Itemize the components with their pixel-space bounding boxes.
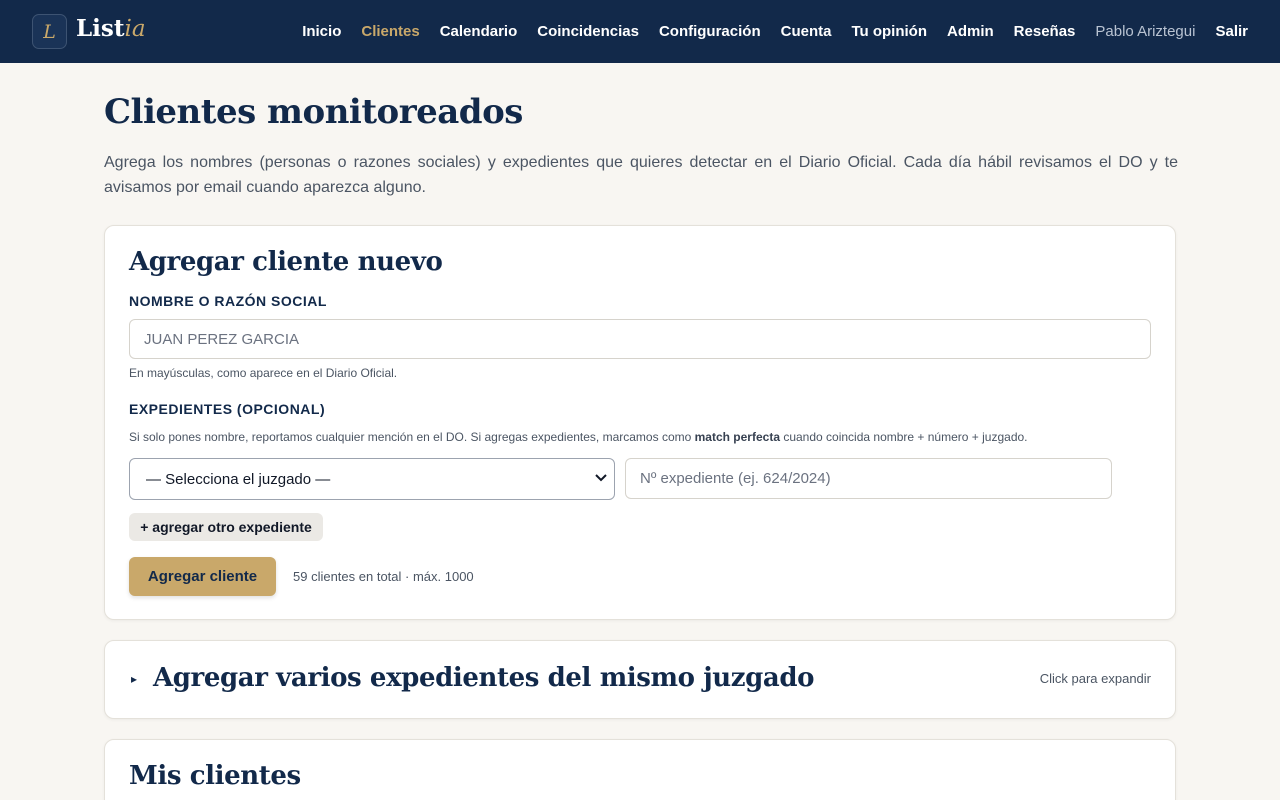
name-input[interactable]: JUAN PEREZ GARCIA (129, 319, 1151, 359)
name-input-placeholder: JUAN PEREZ GARCIA (144, 330, 300, 348)
add-client-title: Agregar cliente nuevo (129, 247, 443, 277)
expediente-input-placeholder: Nº expediente (ej. 624/2024) (640, 470, 831, 487)
nav-link-inicio[interactable]: Inicio (302, 23, 341, 40)
user-name: Pablo Ariztegui (1095, 23, 1196, 40)
add-client-card: Agregar cliente nuevo NOMBRE O RAZÓN SOC… (104, 225, 1176, 620)
nav-link-resenas[interactable]: Reseñas (1014, 23, 1076, 40)
logo-wordmark[interactable]: Listia (76, 15, 146, 42)
add-expediente-button[interactable]: + agregar otro expediente (129, 513, 323, 541)
nav-link-configuracion[interactable]: Configuración (659, 23, 761, 40)
logo-main: List (76, 15, 125, 42)
page-title: Clientes monitoreados (104, 92, 523, 132)
logo-icon[interactable]: L (32, 14, 67, 49)
expedientes-hint: Si solo pones nombre, reportamos cualqui… (129, 430, 1028, 444)
nav-link-admin[interactable]: Admin (947, 23, 994, 40)
logo-mark: L (43, 20, 56, 43)
clients-list-card: Mis clientes (104, 739, 1176, 800)
expedientes-hint-end: cuando coincida nombre + número + juzgad… (780, 430, 1028, 444)
nav-links: Inicio Clientes Calendario Coincidencias… (282, 0, 1248, 63)
court-select-value: — Selecciona el juzgado — (146, 470, 331, 488)
expedientes-hint-start: Si solo pones nombre, reportamos cualqui… (129, 430, 695, 444)
nav-link-cuenta[interactable]: Cuenta (781, 23, 832, 40)
logout-link[interactable]: Salir (1215, 23, 1248, 40)
bulk-add-title: Agregar varios expedientes del mismo juz… (153, 663, 815, 693)
logo-accent: ia (124, 16, 146, 42)
clients-list-title: Mis clientes (129, 761, 301, 791)
nav-link-calendario[interactable]: Calendario (440, 23, 518, 40)
chevron-down-icon (594, 471, 608, 485)
bulk-add-expander[interactable]: ▸ Agregar varios expedientes del mismo j… (104, 640, 1176, 719)
name-field-label: NOMBRE O RAZÓN SOCIAL (129, 293, 327, 309)
nav-link-clientes[interactable]: Clientes (361, 23, 419, 40)
expand-hint: Click para expandir (1039, 671, 1151, 686)
nav-link-tu-opinion[interactable]: Tu opinión (851, 23, 927, 40)
nav-link-coincidencias[interactable]: Coincidencias (537, 23, 639, 40)
expediente-number-input[interactable]: Nº expediente (ej. 624/2024) (625, 458, 1112, 499)
top-nav: L Listia Inicio Clientes Calendario Coin… (0, 0, 1280, 63)
page-description: Agrega los nombres (personas o razones s… (104, 154, 1178, 196)
match-perfecta-text: match perfecta (694, 430, 780, 444)
add-client-button[interactable]: Agregar cliente (129, 557, 276, 596)
expand-arrow-icon: ▸ (131, 672, 138, 686)
client-count-text: 59 clientes en total · máx. 1000 (293, 569, 474, 584)
expedientes-label: EXPEDIENTES (OPCIONAL) (129, 401, 326, 417)
court-select[interactable]: — Selecciona el juzgado — (129, 458, 615, 500)
name-hint: En mayúsculas, como aparece en el Diario… (129, 366, 398, 380)
